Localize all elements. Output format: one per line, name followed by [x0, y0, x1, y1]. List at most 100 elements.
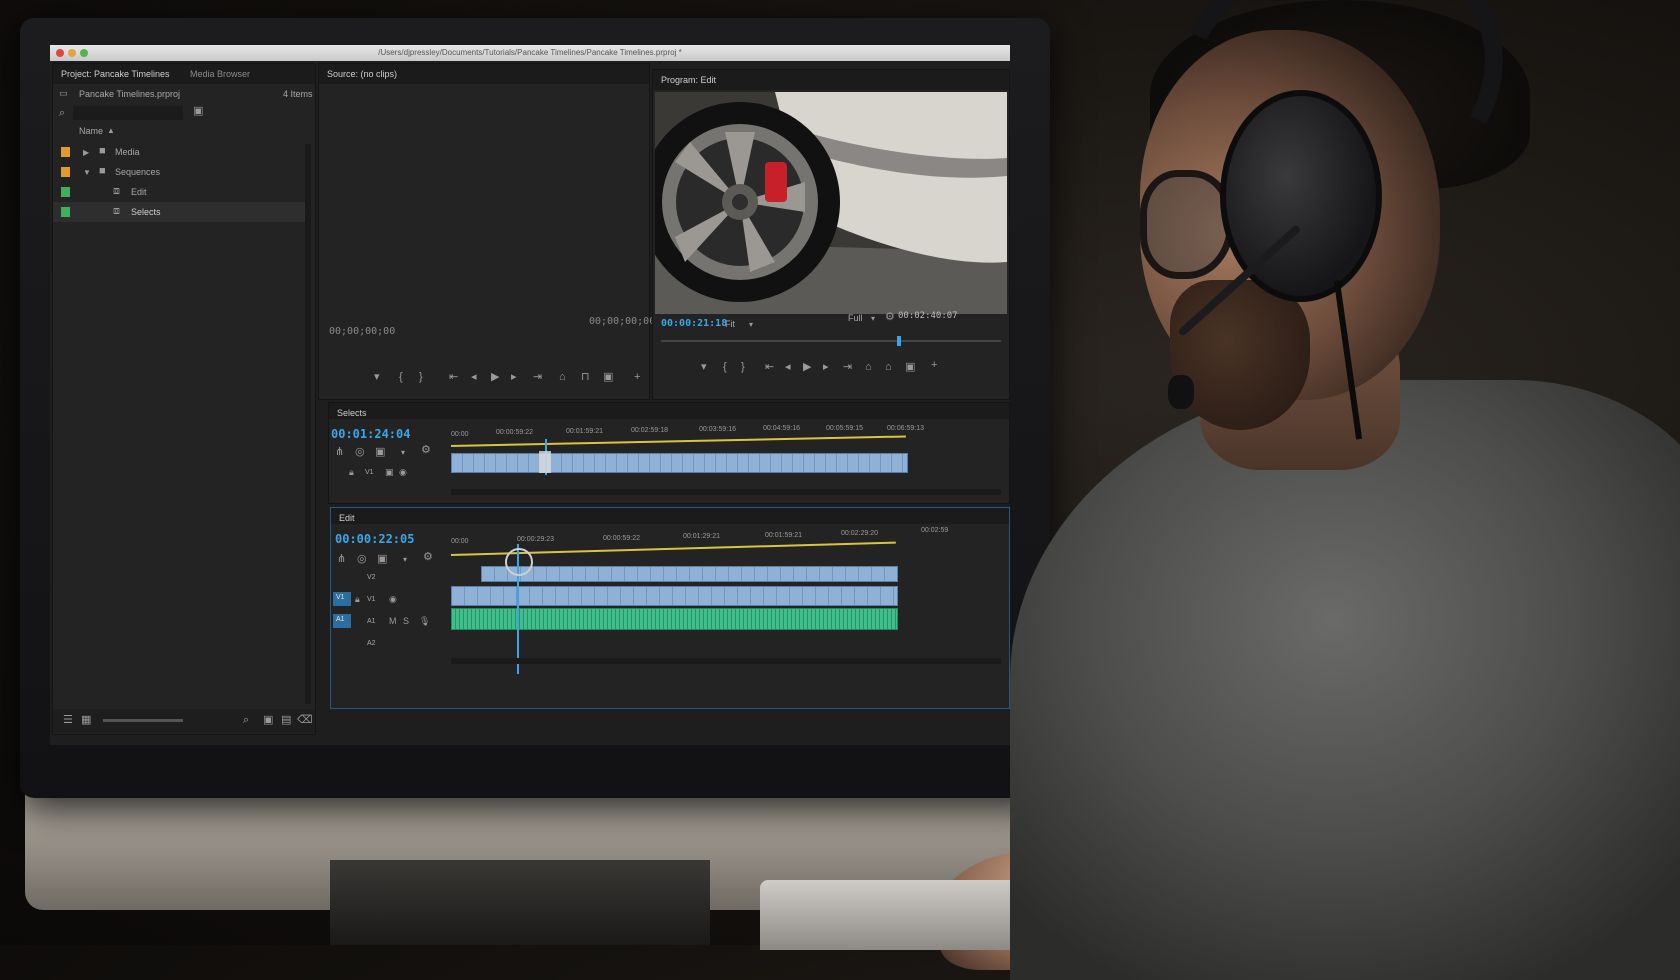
track-label-v1: V1: [365, 469, 374, 476]
ruler-tick: 00:00: [451, 431, 469, 438]
list-item-edit[interactable]: ⧈ Edit: [53, 182, 308, 202]
selects-horizontal-scrollbar[interactable]: [451, 489, 1001, 495]
eye-icon[interactable]: ◉: [399, 467, 407, 478]
add-marker-icon[interactable]: ▾: [701, 362, 707, 373]
selects-timeline-panel: Selects 00:01:24:04 ⋔ ◎ ▣ ▾ ⚙ V1 🔒︎ ▣ ◉ …: [328, 402, 1010, 504]
chevron-down-icon[interactable]: ▾: [749, 319, 753, 330]
project-scrollbar[interactable]: [305, 144, 311, 704]
zoom-slider[interactable]: [103, 719, 183, 722]
play-icon[interactable]: ▶: [491, 372, 499, 383]
go-to-out-icon[interactable]: ⇥: [843, 362, 852, 373]
mute-icon[interactable]: M: [389, 616, 397, 627]
lock-icon[interactable]: 🔒︎: [355, 594, 360, 605]
chevron-down-icon[interactable]: ▾: [871, 313, 875, 324]
add-button-icon[interactable]: +: [931, 360, 937, 371]
tab-program[interactable]: Program: Edit: [653, 70, 724, 90]
snap-icon[interactable]: ⋔: [337, 554, 346, 565]
step-forward-icon[interactable]: ▸: [823, 362, 829, 373]
microphone-icon[interactable]: 🎙︎: [419, 616, 430, 627]
list-item-selects[interactable]: ⧈ Selects: [53, 202, 308, 222]
search-input[interactable]: [73, 106, 183, 120]
program-timecode-playhead[interactable]: 00:00:21:18: [661, 318, 727, 329]
zoom-window-button[interactable]: [80, 49, 88, 57]
overwrite-icon[interactable]: ⊓: [581, 372, 590, 383]
trash-icon[interactable]: ⌫: [297, 715, 313, 726]
list-view-icon[interactable]: ☰: [63, 715, 73, 726]
solo-icon[interactable]: S: [403, 616, 409, 627]
resolution-dropdown[interactable]: Full: [848, 313, 863, 323]
track-label-v1: V1: [367, 596, 376, 603]
source-timecode-left[interactable]: 00;00;00;00: [329, 326, 395, 337]
go-to-in-icon[interactable]: ⇤: [449, 372, 458, 383]
ruler-tick: 00:04:59:16: [763, 425, 800, 432]
selects-video-clip[interactable]: [451, 453, 908, 473]
wrench-icon[interactable]: ⚙: [885, 312, 895, 323]
step-back-icon[interactable]: ◂: [471, 372, 477, 383]
new-item-icon[interactable]: ▤: [281, 715, 291, 726]
linked-selection-icon[interactable]: ◎: [355, 447, 365, 458]
close-window-button[interactable]: [56, 49, 64, 57]
v2-video-clip[interactable]: [481, 566, 898, 582]
add-marker-icon[interactable]: ▣: [375, 447, 385, 458]
source-transport-controls: ▾ { } ⇤ ◂ ▶ ▸ ⇥ ⌂ ⊓ ▣ +: [319, 364, 649, 394]
tab-edit[interactable]: Edit: [331, 510, 363, 526]
column-header-name[interactable]: Name: [79, 126, 103, 136]
step-forward-icon[interactable]: ▸: [511, 372, 517, 383]
collapse-arrow-icon[interactable]: ▼: [83, 167, 91, 178]
playhead-highlight-circle: [505, 548, 533, 576]
program-scrubber[interactable]: [661, 340, 1001, 342]
new-bin-footer-icon[interactable]: ▣: [263, 715, 273, 726]
camera-icon[interactable]: ▣: [603, 372, 613, 383]
icon-view-icon[interactable]: ▦: [81, 715, 91, 726]
add-marker-icon[interactable]: ▣: [377, 554, 387, 565]
mark-in-icon[interactable]: {: [723, 362, 727, 373]
selects-time-ruler[interactable]: 00:00 00:00:59:22 00:01:59:21 00:02:59:1…: [451, 425, 1001, 439]
mark-out-icon[interactable]: }: [741, 362, 745, 373]
ruler-tick: 00:00:29:23: [517, 536, 554, 543]
insert-icon[interactable]: ⌂: [559, 372, 566, 383]
play-icon[interactable]: ▶: [803, 362, 811, 373]
go-to-out-icon[interactable]: ⇥: [533, 372, 542, 383]
marker-icon[interactable]: ▾: [401, 447, 405, 458]
fit-dropdown[interactable]: Fit: [725, 319, 735, 329]
list-item-sequences[interactable]: ▼ ■ Sequences: [53, 162, 308, 182]
program-video-frame: [655, 92, 1007, 314]
step-back-icon[interactable]: ◂: [785, 362, 791, 373]
new-bin-icon[interactable]: ▣: [193, 106, 203, 117]
sort-ascending-icon[interactable]: ▲: [107, 125, 115, 136]
lift-icon[interactable]: ⌂: [865, 362, 872, 373]
lock-icon[interactable]: 🔒︎: [349, 467, 354, 478]
camera-icon[interactable]: ▣: [905, 362, 915, 373]
marker-icon[interactable]: ▾: [403, 554, 407, 565]
linked-selection-icon[interactable]: ◎: [357, 554, 367, 565]
list-item-media[interactable]: ▶ ■ Media: [53, 142, 308, 162]
tab-source[interactable]: Source: (no clips): [319, 64, 405, 84]
tab-media-browser[interactable]: Media Browser: [182, 64, 258, 84]
source-patch-v1[interactable]: V1: [333, 592, 351, 606]
add-marker-icon[interactable]: ▾: [374, 372, 380, 383]
eye-icon[interactable]: ◉: [389, 594, 397, 605]
edit-timecode[interactable]: 00:00:22:05: [335, 532, 414, 546]
wrench-icon[interactable]: ⚙: [421, 445, 431, 456]
edit-horizontal-scrollbar[interactable]: [451, 658, 1001, 664]
edit-time-ruler[interactable]: 00:00 00:00:29:23 00:00:59:22 00:01:29:2…: [451, 527, 1001, 545]
go-to-in-icon[interactable]: ⇤: [765, 362, 774, 373]
program-playhead[interactable]: [897, 336, 901, 346]
minimize-window-button[interactable]: [68, 49, 76, 57]
mark-in-icon[interactable]: {: [399, 372, 403, 383]
extract-icon[interactable]: ⌂: [885, 362, 892, 373]
search-icon[interactable]: ⌕: [59, 108, 65, 119]
source-patch-a1[interactable]: A1: [333, 614, 351, 628]
find-icon[interactable]: ⌕: [243, 715, 249, 726]
snap-icon[interactable]: ⋔: [335, 447, 344, 458]
selects-timecode[interactable]: 00:01:24:04: [331, 427, 410, 441]
mark-out-icon[interactable]: }: [419, 372, 423, 383]
tab-project[interactable]: Project: Pancake Timelines: [53, 64, 178, 84]
project-item-count: 4 Items: [283, 89, 313, 99]
add-button-icon[interactable]: +: [634, 372, 640, 383]
wrench-icon[interactable]: ⚙: [423, 552, 433, 563]
tab-selects[interactable]: Selects: [329, 405, 375, 421]
ruler-tick: 00:03:59:16: [699, 426, 736, 433]
expand-arrow-icon[interactable]: ▶: [83, 147, 89, 158]
toggle-output-icon[interactable]: ▣: [385, 467, 394, 478]
